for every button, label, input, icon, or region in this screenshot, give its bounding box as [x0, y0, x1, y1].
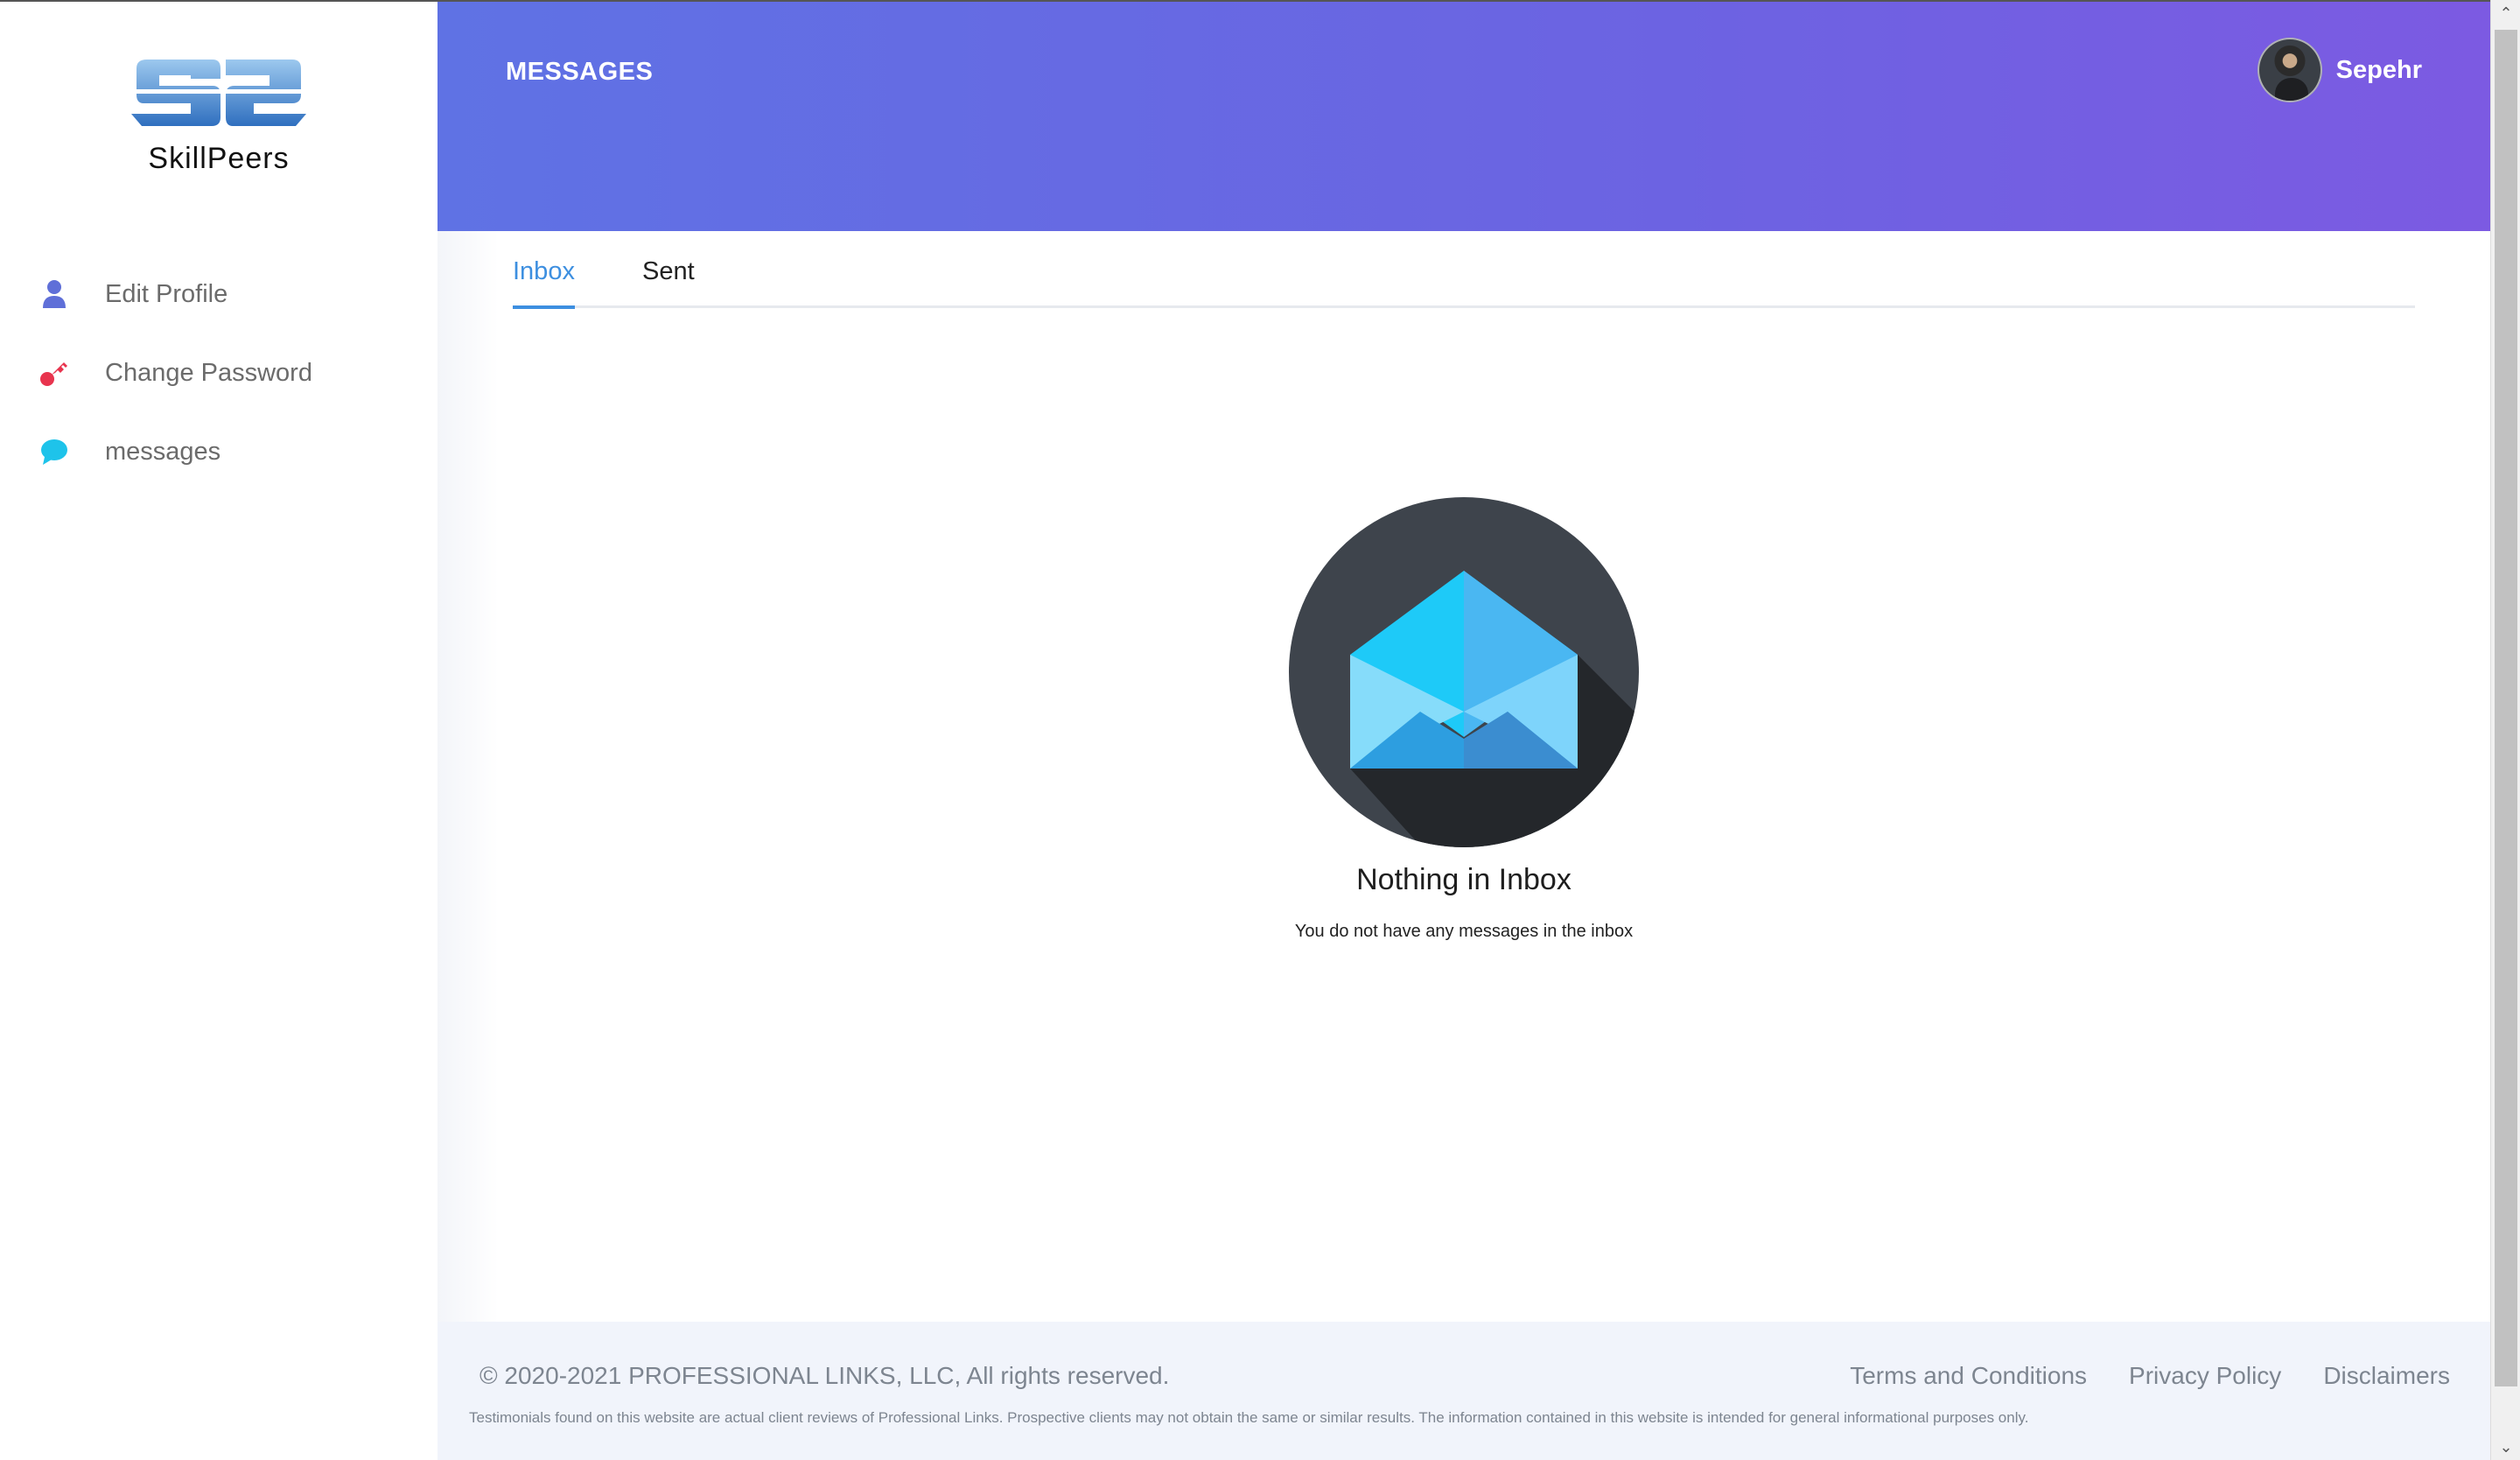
brand-name: SkillPeers [148, 142, 290, 175]
page-header: MESSAGES Sepehr [438, 0, 2490, 231]
sidebar-item-edit-profile[interactable]: Edit Profile [38, 268, 228, 320]
message-tabs: Inbox Sent [513, 231, 2415, 309]
scroll-up-icon[interactable]: ⌃ [2491, 0, 2520, 26]
scrollbar-thumb[interactable] [2495, 30, 2517, 1386]
empty-state-subtitle: You do not have any messages in the inbo… [1294, 922, 1634, 941]
sidebar-item-messages[interactable]: messages [38, 425, 220, 478]
key-icon [38, 357, 70, 389]
user-menu[interactable]: Sepehr [2257, 35, 2422, 105]
vertical-scrollbar[interactable]: ⌃ ⌄ [2490, 0, 2520, 1460]
tab-sent[interactable]: Sent [642, 257, 695, 305]
brand-logo[interactable]: SkillPeers [130, 56, 308, 175]
empty-state: Nothing in Inbox You do not have any mes… [438, 497, 2490, 942]
chat-bubble-icon [38, 436, 70, 467]
sidebar-item-label: Edit Profile [105, 279, 228, 308]
user-name[interactable]: Sepehr [2336, 56, 2422, 85]
footer-links: Terms and Conditions Privacy Policy Disc… [1850, 1362, 2450, 1390]
skillpeers-logo-icon [130, 60, 308, 126]
page-title: MESSAGES [506, 58, 654, 86]
privacy-policy-link[interactable]: Privacy Policy [2129, 1362, 2281, 1390]
open-envelope-icon [1289, 497, 1639, 847]
disclaimer-text: Testimonials found on this website are a… [469, 1409, 2029, 1426]
tab-inbox[interactable]: Inbox [513, 257, 575, 309]
sidebar-item-change-password[interactable]: Change Password [38, 347, 312, 399]
empty-state-title: Nothing in Inbox [1356, 863, 1572, 896]
sidebar-item-label: messages [105, 437, 221, 466]
scroll-down-icon[interactable]: ⌄ [2491, 1434, 2520, 1460]
footer: © 2020-2021 PROFESSIONAL LINKS, LLC, All… [438, 1322, 2490, 1460]
user-icon [38, 278, 70, 310]
avatar[interactable] [2257, 38, 2322, 102]
main-content: Inbox Sent Nothing in Inbox You do not h… [438, 231, 2490, 1322]
terms-link[interactable]: Terms and Conditions [1850, 1362, 2087, 1390]
disclaimers-link[interactable]: Disclaimers [2323, 1362, 2450, 1390]
sidebar-item-label: Change Password [105, 358, 312, 387]
sidebar: SkillPeers Edit Profile Change Password … [0, 0, 438, 1460]
copyright-text: © 2020-2021 PROFESSIONAL LINKS, LLC, All… [480, 1362, 1170, 1389]
